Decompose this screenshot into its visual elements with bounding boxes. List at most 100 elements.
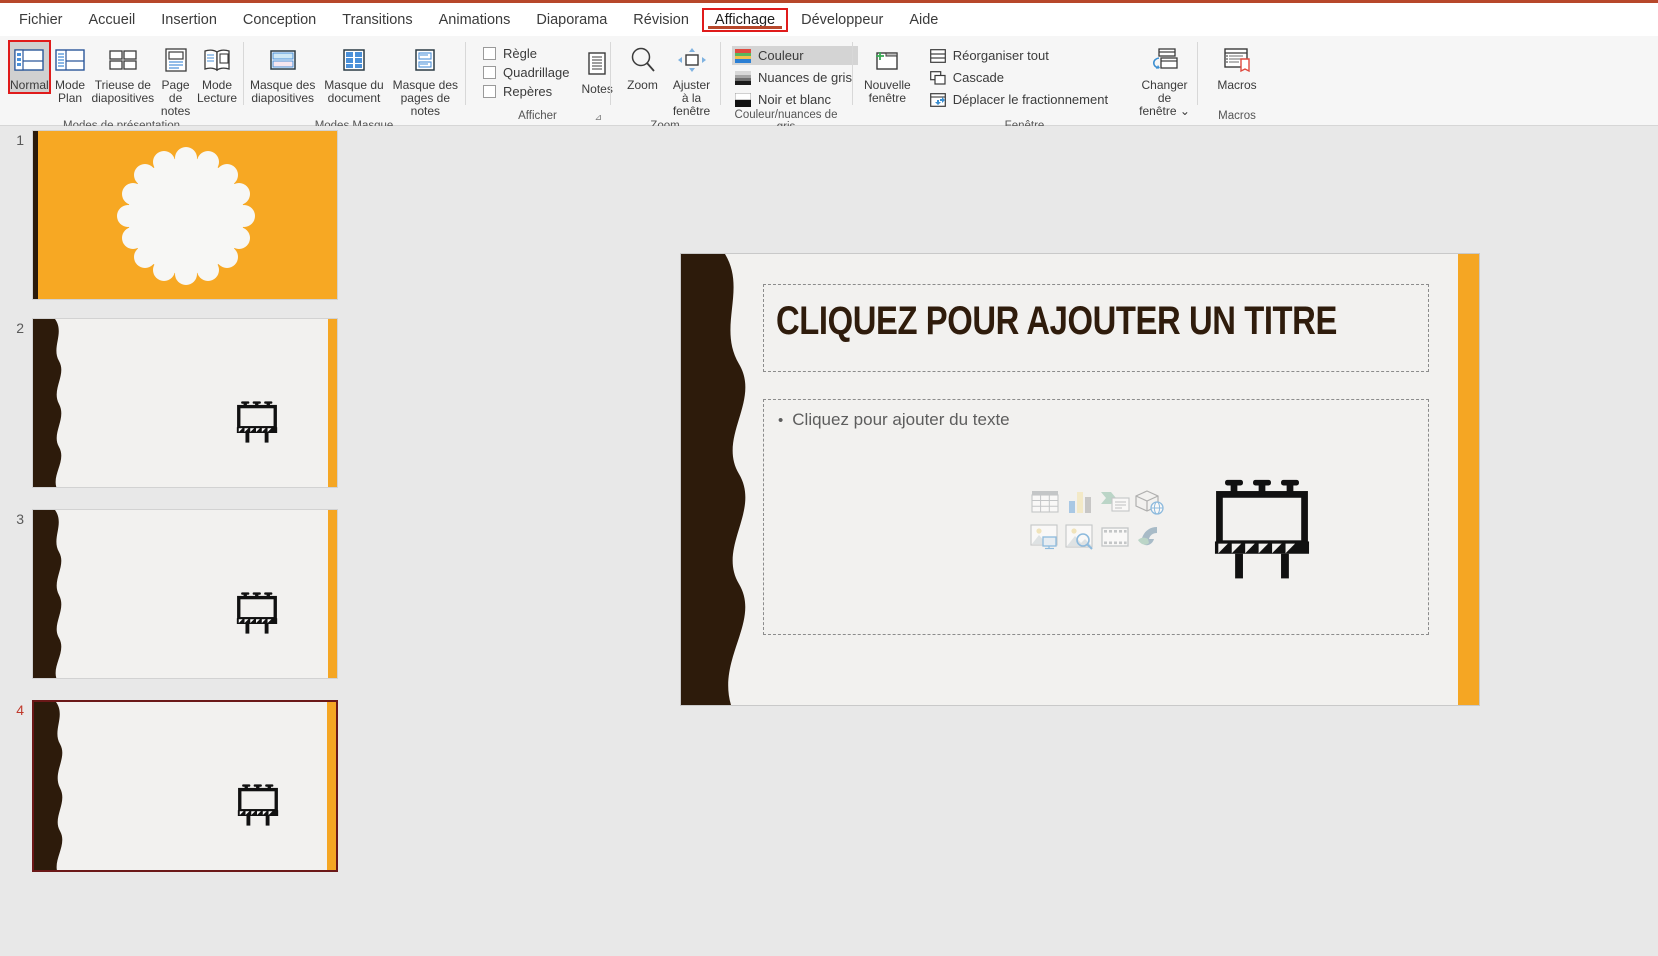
- insert-icons-icon[interactable]: [1133, 520, 1167, 554]
- thumbnail-slide-4[interactable]: [32, 700, 338, 872]
- option-label: Noir et blanc: [758, 92, 831, 107]
- current-slide[interactable]: CLIQUEZ POUR AJOUTER UN TITRE • Cliquez …: [681, 254, 1479, 705]
- checkbox-ruler[interactable]: Règle: [483, 46, 570, 61]
- button-slide-sorter[interactable]: Trieuse de diapositives: [89, 40, 156, 107]
- thumbnail-row-2[interactable]: 2: [0, 318, 338, 488]
- thumbnail-row-3[interactable]: 3: [0, 509, 338, 679]
- slide-thumbnail-pane[interactable]: 1 2 3 4: [0, 126, 358, 956]
- button-label: Macros: [1217, 78, 1257, 92]
- button-notes-master[interactable]: Masque des pages de notes: [390, 40, 461, 120]
- tab-label: Accueil: [88, 11, 136, 28]
- button-normal-view[interactable]: Normal: [8, 40, 51, 94]
- checkbox-label: Règle: [503, 46, 537, 61]
- tab-label: Révision: [633, 11, 689, 28]
- action-rearrange-all[interactable]: Réorganiser tout: [927, 46, 1114, 65]
- tab-fichier[interactable]: Fichier: [6, 8, 76, 32]
- notes-icon: [585, 48, 609, 80]
- tab-animations[interactable]: Animations: [426, 8, 524, 32]
- checkbox-guides[interactable]: Repères: [483, 84, 570, 99]
- button-zoom[interactable]: Zoom: [618, 40, 667, 94]
- dialog-launcher-icon[interactable]: ⊿: [594, 112, 602, 123]
- insert-smartart-icon[interactable]: [1098, 485, 1132, 519]
- tab-diaporama[interactable]: Diaporama: [523, 8, 620, 32]
- orange-right-strip: [328, 319, 337, 487]
- slide-master-icon: [268, 44, 298, 76]
- thumbnail-number: 2: [16, 320, 24, 336]
- magnifier-icon: [629, 44, 657, 76]
- insert-picture-icon[interactable]: [1028, 520, 1062, 554]
- ribbon-group-color-grayscale: Couleur Nuances de gris Noir et blanc Co…: [720, 36, 858, 133]
- tab-conception[interactable]: Conception: [230, 8, 329, 32]
- checkbox-box[interactable]: [483, 85, 496, 98]
- button-switch-windows[interactable]: Changer de fenêtre ⌄: [1136, 40, 1193, 120]
- orange-right-strip: [328, 510, 337, 678]
- tab-active-underline: [707, 25, 783, 29]
- button-handout-master[interactable]: Masque du document: [318, 40, 389, 107]
- tab-developpeur[interactable]: Développeur: [788, 8, 896, 32]
- checkbox-gridlines[interactable]: Quadrillage: [483, 65, 570, 80]
- thumbnail-number: 1: [16, 132, 24, 148]
- tab-affichage[interactable]: Affichage: [701, 7, 789, 32]
- thumbnail-slide-1[interactable]: [32, 130, 338, 300]
- thumbnail-number-selected: 4: [16, 702, 24, 718]
- switch-windows-icon: [1149, 44, 1181, 76]
- orange-right-strip: [327, 702, 336, 870]
- insert-video-icon[interactable]: [1098, 520, 1132, 554]
- color-swatch-icon: [735, 48, 751, 63]
- notes-master-icon: [410, 44, 440, 76]
- option-couleur[interactable]: Couleur: [732, 46, 858, 65]
- button-new-window[interactable]: Nouvelle fenêtre: [862, 40, 913, 107]
- title-placeholder[interactable]: CLIQUEZ POUR AJOUTER UN TITRE: [763, 284, 1429, 372]
- action-label: Réorganiser tout: [952, 48, 1049, 63]
- chevron-down-icon[interactable]: ⌄: [1180, 104, 1190, 118]
- option-nuances-de-gris[interactable]: Nuances de gris: [732, 68, 858, 87]
- tab-aide[interactable]: Aide: [896, 8, 951, 32]
- checkbox-box[interactable]: [483, 47, 496, 60]
- grayscale-swatch-icon: [735, 70, 751, 85]
- notes-page-icon: [162, 44, 190, 76]
- insert-3d-model-icon[interactable]: [1133, 485, 1167, 519]
- thumbnail-number: 3: [16, 511, 24, 527]
- ribbon-group-window: Nouvelle fenêtre Réorganiser tout Cascad…: [852, 36, 1197, 132]
- button-macros[interactable]: Macros: [1209, 40, 1265, 94]
- button-label: Masque des pages de notes: [392, 78, 458, 118]
- slide-sorter-icon: [108, 44, 138, 76]
- insert-table-icon[interactable]: [1028, 485, 1062, 519]
- tab-insertion[interactable]: Insertion: [148, 8, 230, 32]
- move-split-icon: [929, 92, 946, 107]
- slide-canvas: [33, 319, 337, 487]
- option-noir-et-blanc[interactable]: Noir et blanc: [732, 90, 858, 109]
- tab-transitions[interactable]: Transitions: [329, 8, 425, 32]
- button-reading-view[interactable]: Mode Lecture: [195, 40, 239, 107]
- tab-revision[interactable]: Révision: [620, 8, 702, 32]
- content-placeholder[interactable]: • Cliquez pour ajouter du texte: [763, 399, 1429, 635]
- button-notes-page[interactable]: Page de notes: [156, 40, 195, 120]
- checkbox-box[interactable]: [483, 66, 496, 79]
- slide-canvas: [34, 702, 336, 870]
- insert-chart-icon[interactable]: [1063, 485, 1097, 519]
- blackwhite-swatch-icon: [735, 92, 751, 107]
- action-move-split[interactable]: Déplacer le fractionnement: [927, 90, 1114, 109]
- thumbnail-slide-3[interactable]: [32, 509, 338, 679]
- handout-master-icon: [339, 44, 369, 76]
- slide-canvas: [33, 510, 337, 678]
- option-label: Couleur: [758, 48, 804, 63]
- button-outline-view[interactable]: Mode Plan: [51, 40, 90, 107]
- insert-content-icon-grid: [1028, 485, 1167, 554]
- reading-view-icon: [202, 44, 232, 76]
- thumbnail-slide-2[interactable]: [32, 318, 338, 488]
- tab-label: Transitions: [342, 11, 413, 28]
- wave-left-shape: [33, 510, 62, 678]
- button-label: Normal: [10, 78, 49, 92]
- tab-accueil[interactable]: Accueil: [76, 8, 149, 32]
- button-label: Changer de fenêtre ⌄: [1138, 79, 1191, 118]
- tab-label: Insertion: [161, 11, 217, 28]
- arrange-all-icon: [929, 48, 946, 63]
- button-fit-to-window[interactable]: Ajuster à la fenêtre: [667, 40, 716, 120]
- ribbon: Normal Mode Plan Trieuse de diapositives…: [0, 36, 1658, 133]
- button-slide-master[interactable]: Masque des diapositives: [247, 40, 318, 107]
- action-cascade[interactable]: Cascade: [927, 68, 1114, 87]
- thumbnail-row-4[interactable]: 4: [0, 700, 338, 872]
- thumbnail-row-1[interactable]: 1: [0, 130, 338, 300]
- insert-online-pictures-icon[interactable]: [1063, 520, 1097, 554]
